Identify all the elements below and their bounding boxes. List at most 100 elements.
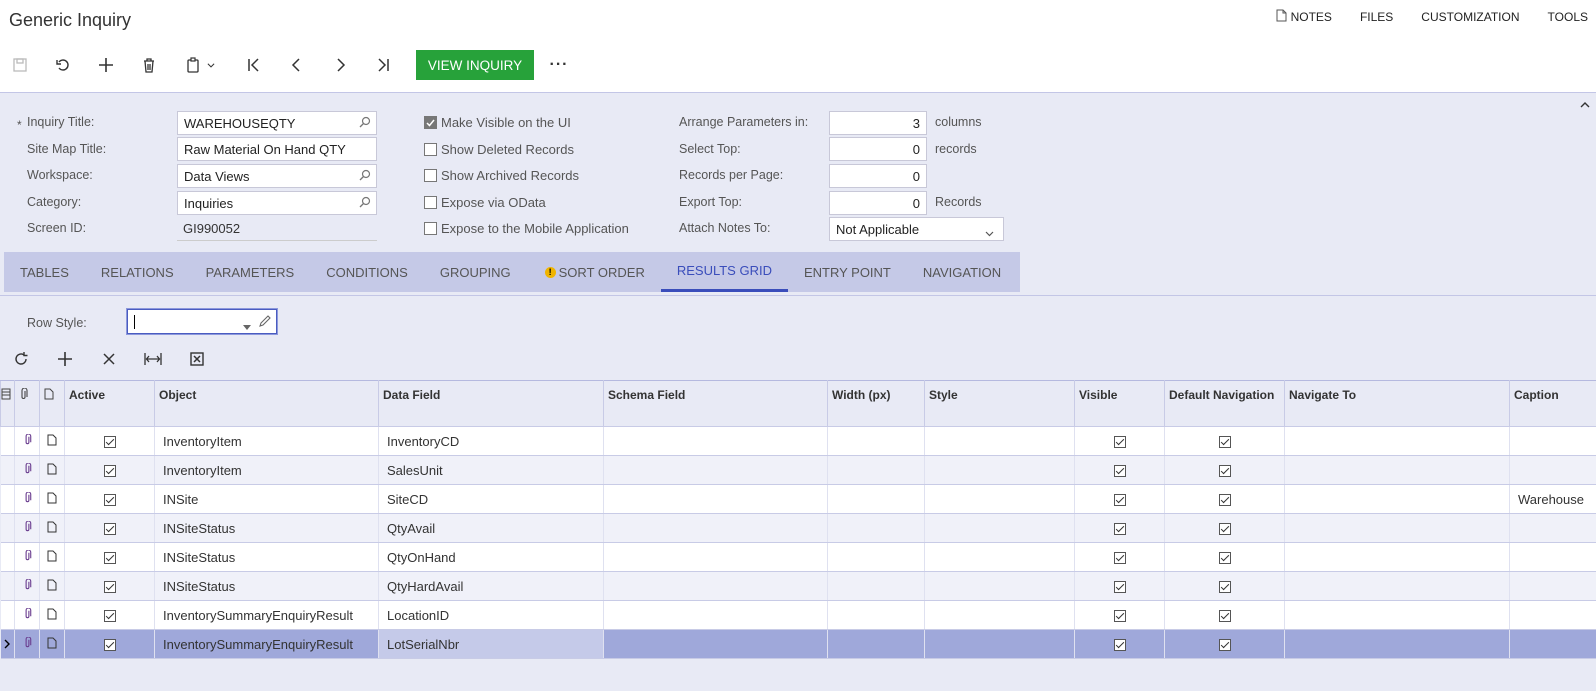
object-cell[interactable]: InventorySummaryEnquiryResult: [154, 629, 379, 659]
row-notes-cell[interactable]: [39, 484, 65, 514]
width-cell[interactable]: [827, 426, 925, 456]
row-files-cell[interactable]: [14, 484, 40, 514]
workspace-field[interactable]: Data Views: [177, 164, 377, 188]
data-field-cell[interactable]: SiteCD: [378, 484, 604, 514]
width-cell[interactable]: [827, 513, 925, 543]
pencil-icon[interactable]: [258, 314, 272, 331]
data-field-cell[interactable]: LotSerialNbr: [378, 629, 604, 659]
style-cell[interactable]: [924, 426, 1075, 456]
tab-results-grid[interactable]: RESULTS GRID: [660, 252, 788, 292]
object-cell[interactable]: InventoryItem: [154, 426, 379, 456]
row-notes-cell[interactable]: [39, 571, 65, 601]
visible-checkbox[interactable]: [1113, 552, 1126, 565]
row-notes-cell[interactable]: [39, 629, 65, 659]
active-column-header[interactable]: Active: [64, 380, 155, 427]
width-cell[interactable]: [827, 571, 925, 601]
schema-field-cell[interactable]: [603, 513, 828, 543]
default-navigation-checkbox[interactable]: [1218, 436, 1231, 449]
data-field-cell[interactable]: QtyHardAvail: [378, 571, 604, 601]
caption-cell[interactable]: [1509, 571, 1596, 601]
default-navigation-column-header[interactable]: Default Navigation: [1164, 380, 1285, 427]
default-navigation-checkbox[interactable]: [1218, 494, 1231, 507]
row-notes-cell[interactable]: [39, 542, 65, 572]
row-files-cell[interactable]: [14, 513, 40, 543]
schema-field-cell[interactable]: [603, 426, 828, 456]
category-field[interactable]: Inquiries: [177, 191, 377, 215]
row-files-cell[interactable]: [14, 455, 40, 485]
object-cell[interactable]: INSite: [154, 484, 379, 514]
copy-dropdown-button[interactable]: [201, 46, 221, 84]
caption-column-header[interactable]: Caption: [1509, 380, 1596, 427]
export-excel-button[interactable]: [182, 346, 212, 372]
previous-record-button[interactable]: [282, 46, 312, 84]
active-checkbox[interactable]: [103, 465, 116, 478]
search-icon[interactable]: [359, 116, 371, 131]
style-cell[interactable]: [924, 513, 1075, 543]
navigate-to-cell[interactable]: [1284, 600, 1510, 630]
tab-sort-order[interactable]: ! SORT ORDER: [527, 252, 661, 292]
active-checkbox[interactable]: [103, 610, 116, 623]
data-field-cell[interactable]: LocationID: [378, 600, 604, 630]
default-navigation-checkbox[interactable]: [1218, 552, 1231, 565]
style-column-header[interactable]: Style: [924, 380, 1075, 427]
style-cell[interactable]: [924, 484, 1075, 514]
visible-checkbox[interactable]: [1113, 523, 1126, 536]
inquiry-title-field[interactable]: WAREHOUSEQTY: [177, 111, 377, 135]
schema-field-cell[interactable]: [603, 629, 828, 659]
search-icon[interactable]: [359, 169, 371, 184]
row-files-cell[interactable]: [14, 629, 40, 659]
table-row[interactable]: InventoryItem SalesUnit: [0, 455, 1596, 485]
navigate-to-cell[interactable]: [1284, 629, 1510, 659]
row-notes-cell[interactable]: [39, 455, 65, 485]
row-selector[interactable]: [0, 629, 15, 659]
arrange-params-field[interactable]: 3: [829, 111, 927, 135]
records-per-page-field[interactable]: 0: [829, 164, 927, 188]
object-column-header[interactable]: Object: [154, 380, 379, 427]
visible-checkbox[interactable]: [1113, 639, 1126, 652]
delete-row-button[interactable]: [94, 346, 124, 372]
add-button[interactable]: [91, 46, 121, 84]
select-top-field[interactable]: 0: [829, 137, 927, 161]
visible-checkbox[interactable]: [1113, 581, 1126, 594]
tab-parameters[interactable]: PARAMETERS: [190, 252, 311, 292]
default-navigation-checkbox[interactable]: [1218, 465, 1231, 478]
data-field-column-header[interactable]: Data Field: [378, 380, 604, 427]
caption-cell[interactable]: [1509, 542, 1596, 572]
show-deleted-checkbox[interactable]: Show Deleted Records: [424, 142, 574, 157]
row-style-input[interactable]: [127, 309, 277, 334]
object-cell[interactable]: INSiteStatus: [154, 571, 379, 601]
delete-button[interactable]: [134, 46, 164, 84]
visible-column-header[interactable]: Visible: [1074, 380, 1165, 427]
navigate-to-cell[interactable]: [1284, 426, 1510, 456]
default-navigation-checkbox[interactable]: [1218, 639, 1231, 652]
row-selector[interactable]: [0, 513, 15, 543]
object-cell[interactable]: INSiteStatus: [154, 513, 379, 543]
style-cell[interactable]: [924, 455, 1075, 485]
default-navigation-checkbox[interactable]: [1218, 523, 1231, 536]
table-row[interactable]: INSite SiteCD Warehouse: [0, 484, 1596, 514]
row-notes-cell[interactable]: [39, 513, 65, 543]
schema-field-cell[interactable]: [603, 571, 828, 601]
add-row-button[interactable]: [50, 346, 80, 372]
collapse-icon[interactable]: [1580, 97, 1590, 112]
data-field-cell[interactable]: QtyOnHand: [378, 542, 604, 572]
width-cell[interactable]: [827, 542, 925, 572]
row-selector-header[interactable]: [0, 380, 15, 427]
site-map-title-field[interactable]: Raw Material On Hand QTY: [177, 137, 377, 161]
attach-notes-select[interactable]: Not Applicable: [829, 217, 1004, 241]
object-cell[interactable]: InventoryItem: [154, 455, 379, 485]
row-files-cell[interactable]: [14, 542, 40, 572]
refresh-button[interactable]: [6, 346, 36, 372]
tab-navigation[interactable]: NAVIGATION: [907, 252, 1017, 292]
notes-column-header[interactable]: [39, 380, 65, 427]
row-selector[interactable]: [0, 600, 15, 630]
width-cell[interactable]: [827, 629, 925, 659]
row-notes-cell[interactable]: [39, 600, 65, 630]
navigate-to-cell[interactable]: [1284, 455, 1510, 485]
expose-mobile-checkbox[interactable]: Expose to the Mobile Application: [424, 221, 629, 236]
style-cell[interactable]: [924, 542, 1075, 572]
width-cell[interactable]: [827, 455, 925, 485]
table-row[interactable]: InventorySummaryEnquiryResult LotSerialNb…: [0, 629, 1596, 659]
caption-cell[interactable]: [1509, 513, 1596, 543]
caption-cell[interactable]: Warehouse: [1509, 484, 1596, 514]
